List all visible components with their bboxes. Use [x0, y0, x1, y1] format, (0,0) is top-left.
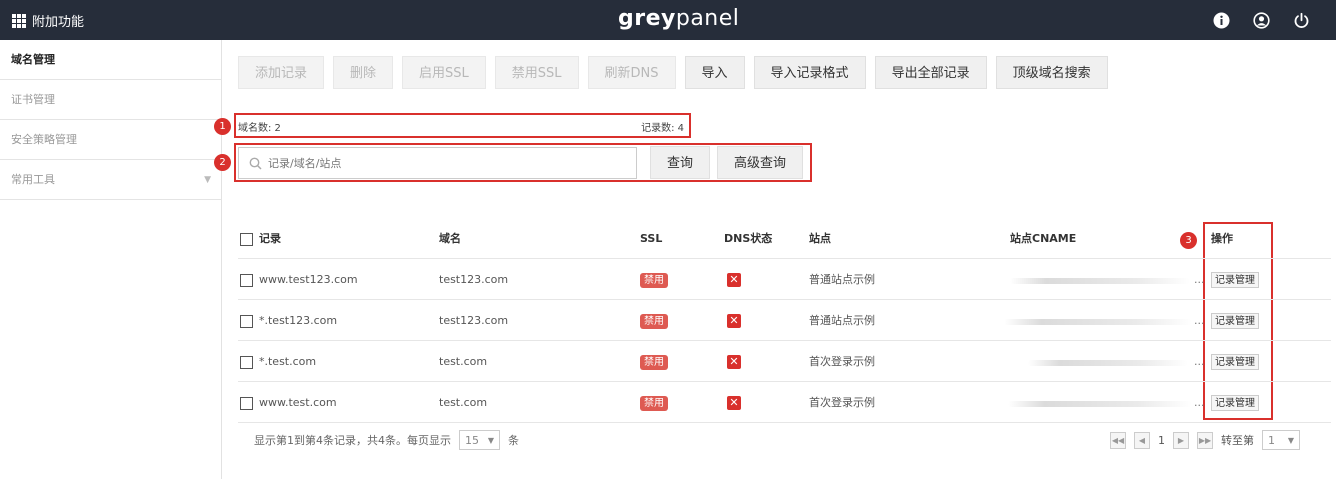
record-name: *.test123.com — [259, 314, 338, 327]
record-manage-button[interactable]: 记录管理 — [1211, 272, 1259, 288]
record-name: *.test.com — [259, 355, 317, 368]
prev-page-icon[interactable]: ◀ — [1134, 431, 1150, 449]
export-all-button[interactable]: 导出全部记录 — [874, 56, 987, 89]
header-domain: 域名 — [439, 232, 461, 245]
table-header: 记录 域名 SSL DNS状态 站点 站点CNAME 操作 — [238, 218, 1331, 259]
toolbar: 添加记录 删除 启用SSL 禁用SSL 刷新DNS 导入 导入记录格式 导出全部… — [238, 56, 1108, 89]
refresh-dns-button[interactable]: 刷新DNS — [587, 56, 676, 89]
row-checkbox[interactable] — [240, 314, 253, 328]
header-action: 操作 — [1211, 232, 1233, 245]
power-icon[interactable] — [1292, 11, 1310, 29]
site-name: 普通站点示例 — [809, 273, 875, 286]
app-menu[interactable]: 附加功能 — [12, 11, 84, 30]
advanced-query-button[interactable]: 高级查询 — [717, 146, 804, 179]
cname-redacted — [1028, 360, 1188, 366]
dns-error-icon: ✕ — [727, 355, 741, 369]
site-name: 普通站点示例 — [809, 314, 875, 327]
sidebar-item-certificate-management[interactable]: 证书管理 — [0, 80, 221, 120]
info-icon[interactable] — [1212, 11, 1230, 29]
record-name: www.test123.com — [259, 273, 358, 286]
header-site-cname: 站点CNAME — [1010, 232, 1077, 245]
record-manage-button[interactable]: 记录管理 — [1211, 313, 1259, 329]
ssl-status-badge: 禁用 — [640, 272, 668, 288]
dns-error-icon: ✕ — [727, 314, 741, 328]
ssl-status-badge: 禁用 — [640, 395, 668, 411]
header-dns-status: DNS状态 — [724, 232, 773, 245]
domain-name: test123.com — [439, 273, 509, 286]
cname-redacted — [1010, 278, 1190, 284]
domain-count: 域名数: 2 — [238, 123, 281, 134]
ssl-status-badge: 禁用 — [640, 313, 668, 329]
record-count: 记录数: 4 — [641, 123, 684, 134]
domain-name: test.com — [439, 396, 488, 409]
first-page-icon[interactable]: ◀◀ — [1110, 431, 1126, 449]
current-page: 1 — [1158, 433, 1165, 447]
site-name: 首次登录示例 — [809, 355, 875, 368]
page-size-unit: 条 — [508, 434, 519, 447]
app-title: 附加功能 — [32, 15, 85, 30]
sidebar: 域名管理 证书管理 安全策略管理 常用工具 ▼ — [0, 40, 222, 479]
header-site: 站点 — [809, 232, 831, 245]
grid-menu-icon[interactable] — [12, 13, 26, 28]
add-record-button[interactable]: 添加记录 — [238, 56, 325, 89]
chevron-down-icon: ▼ — [487, 435, 494, 445]
record-manage-button[interactable]: 记录管理 — [1211, 395, 1259, 411]
sidebar-item-domain-management[interactable]: 域名管理 — [0, 40, 221, 80]
pagination-summary: 显示第1到第4条记录，共4条。每页显示 15 ▼ 条 — [254, 430, 519, 450]
table-row[interactable]: *.test123.com test123.com 禁用 ✕ 普通站点示例 ..… — [238, 300, 1331, 341]
pagination: ◀◀ ◀ 1 ▶ ▶▶ 转至第 1 ▼ — [1110, 430, 1300, 450]
cname-truncated: ... — [1194, 314, 1205, 327]
domain-name: test123.com — [439, 314, 509, 327]
annotation-marker-1: 1 — [214, 118, 231, 135]
summary-text: 显示第1到第4条记录，共4条。每页显示 — [254, 434, 451, 447]
goto-page-select[interactable]: 1 ▼ — [1262, 430, 1300, 450]
header-record: 记录 — [240, 218, 281, 259]
brand-logo: greypanel — [618, 6, 740, 31]
table-row[interactable]: www.test123.com test123.com 禁用 ✕ 普通站点示例 … — [238, 259, 1331, 300]
row-checkbox[interactable] — [240, 396, 253, 410]
query-button[interactable]: 查询 — [650, 146, 711, 179]
stats-bar: 域名数: 2 记录数: 4 — [238, 119, 686, 134]
dns-error-icon: ✕ — [727, 396, 741, 410]
domain-name: test.com — [439, 355, 488, 368]
search-box[interactable] — [238, 147, 637, 179]
last-page-icon[interactable]: ▶▶ — [1197, 431, 1213, 449]
sidebar-item-common-tools[interactable]: 常用工具 ▼ — [0, 160, 221, 200]
page-size-select[interactable]: 15 ▼ — [459, 430, 500, 450]
dns-error-icon: ✕ — [727, 273, 741, 287]
cname-redacted — [1008, 401, 1192, 407]
record-name: www.test.com — [259, 396, 337, 409]
goto-label: 转至第 — [1221, 434, 1254, 447]
table-row[interactable]: *.test.com test.com 禁用 ✕ 首次登录示例 ... 记录管理 — [238, 341, 1331, 382]
row-checkbox[interactable] — [240, 355, 253, 369]
chevron-down-icon: ▼ — [1287, 435, 1294, 445]
cname-truncated: ... — [1194, 355, 1205, 368]
header-ssl: SSL — [640, 232, 663, 245]
site-name: 首次登录示例 — [809, 396, 875, 409]
top-bar: 附加功能 greypanel — [0, 0, 1336, 40]
search-input[interactable] — [268, 156, 608, 170]
cname-truncated: ... — [1194, 396, 1205, 409]
user-icon[interactable] — [1252, 11, 1270, 29]
annotation-marker-2: 2 — [214, 154, 231, 171]
import-button[interactable]: 导入 — [684, 56, 745, 89]
tld-search-button[interactable]: 顶级域名搜索 — [995, 56, 1108, 89]
import-format-button[interactable]: 导入记录格式 — [753, 56, 866, 89]
sidebar-item-security-policy[interactable]: 安全策略管理 — [0, 120, 221, 160]
table-row[interactable]: www.test.com test.com 禁用 ✕ 首次登录示例 ... 记录… — [238, 382, 1331, 423]
select-all-checkbox[interactable] — [240, 232, 253, 246]
enable-ssl-button[interactable]: 启用SSL — [402, 56, 486, 89]
records-table: 记录 域名 SSL DNS状态 站点 站点CNAME 操作 www.test12… — [238, 218, 1331, 423]
record-manage-button[interactable]: 记录管理 — [1211, 354, 1259, 370]
cname-truncated: ... — [1194, 273, 1205, 286]
delete-button[interactable]: 删除 — [333, 56, 394, 89]
next-page-icon[interactable]: ▶ — [1173, 431, 1189, 449]
chevron-down-icon: ▼ — [204, 175, 211, 185]
cname-redacted — [1004, 319, 1192, 325]
row-checkbox[interactable] — [240, 273, 253, 287]
disable-ssl-button[interactable]: 禁用SSL — [494, 56, 579, 89]
ssl-status-badge: 禁用 — [640, 354, 668, 370]
search-icon — [249, 157, 262, 170]
